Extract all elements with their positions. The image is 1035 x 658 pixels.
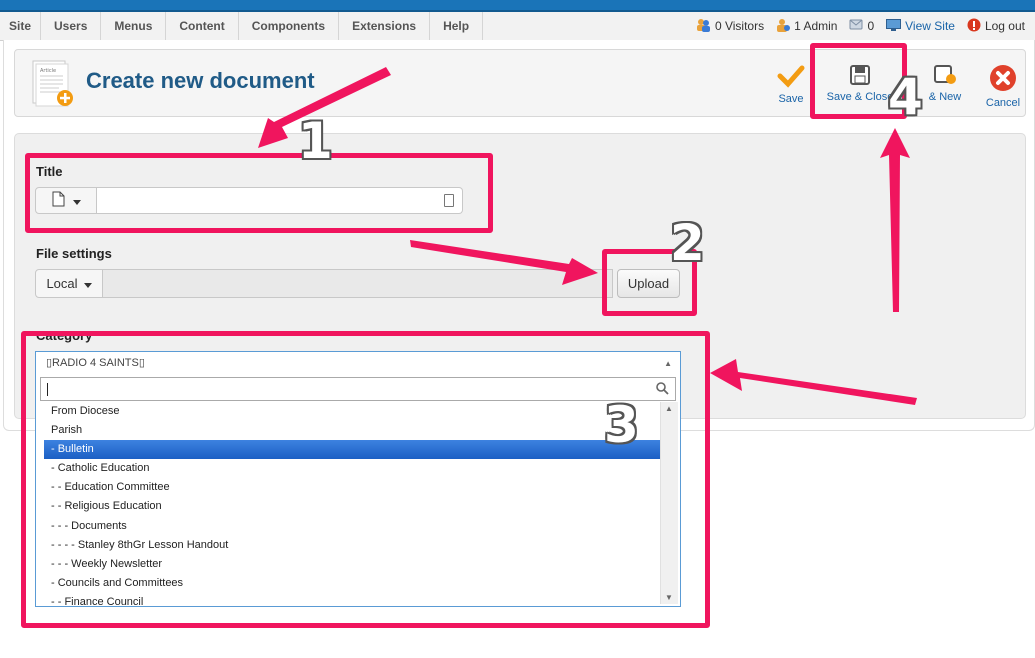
- annotation-number-3: 3: [604, 396, 639, 454]
- annotation-number-1: 1: [298, 112, 333, 170]
- arrow-3: [710, 359, 917, 405]
- annotation-number-4: 4: [888, 68, 923, 126]
- annotation-number-2: 2: [670, 214, 705, 272]
- arrow-2: [410, 240, 598, 285]
- annotation-arrows: [258, 67, 917, 405]
- arrow-4: [880, 128, 910, 312]
